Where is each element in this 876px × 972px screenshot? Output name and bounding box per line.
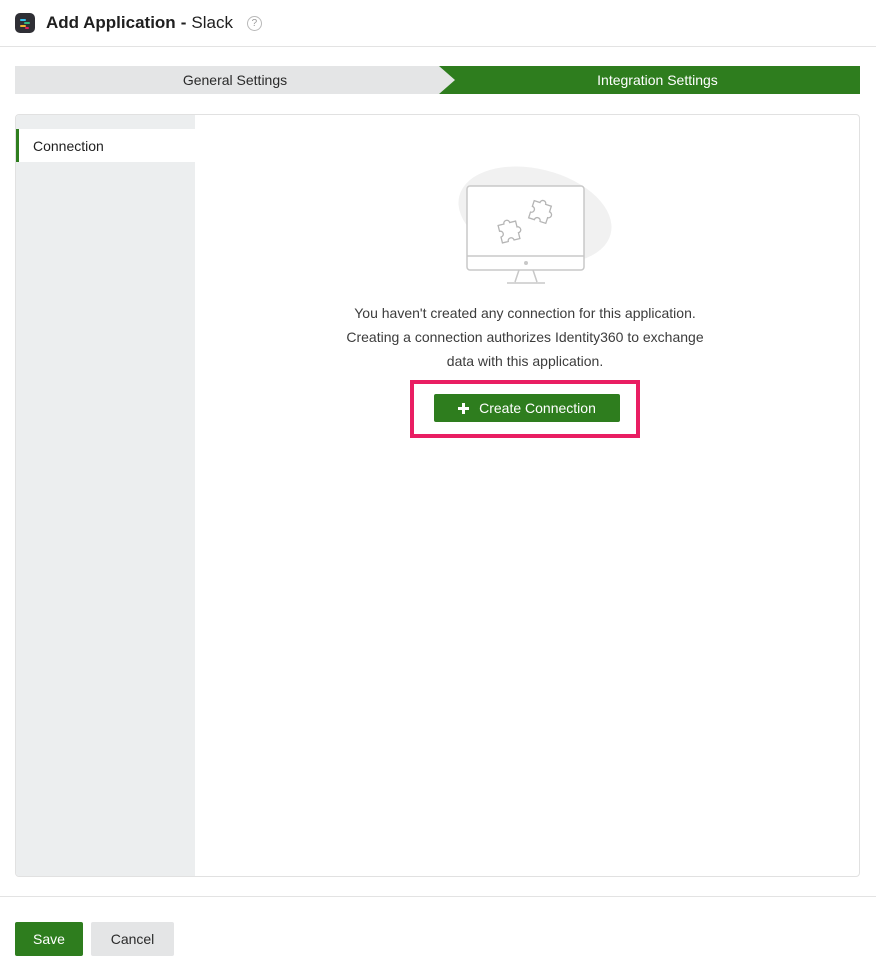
page-header: Add Application - Slack ? [0, 0, 876, 47]
wizard-steps: General Settings Integration Settings [15, 66, 860, 94]
page-title-prefix: Add Application [46, 13, 176, 32]
app-name: Slack [191, 13, 233, 32]
title-separator: - [180, 13, 187, 32]
page-title: Add Application - Slack [46, 13, 233, 33]
help-icon[interactable]: ? [246, 15, 262, 31]
empty-state-message: You haven't created any connection for t… [275, 301, 775, 373]
monitor-puzzle-icon [458, 166, 612, 284]
slack-logo-icon [15, 13, 35, 33]
message-line: Creating a connection authorizes Identit… [346, 329, 704, 345]
create-connection-label: Create Connection [479, 400, 596, 416]
step-general-settings[interactable]: General Settings [15, 66, 455, 94]
message-line: data with this application. [446, 353, 604, 369]
plus-icon [458, 402, 470, 414]
integration-panel: Connection You haven't created any conne… [15, 114, 860, 877]
sidebar: Connection [16, 115, 195, 876]
cancel-button[interactable]: Cancel [91, 922, 174, 956]
connection-content: You haven't created any connection for t… [195, 115, 859, 876]
message-line: You haven't created any connection for t… [354, 305, 696, 321]
step-integration-settings[interactable]: Integration Settings [439, 66, 860, 94]
sidebar-item-connection[interactable]: Connection [16, 129, 195, 162]
create-connection-button[interactable]: Create Connection [434, 394, 620, 422]
footer: Save Cancel [0, 896, 876, 972]
save-button[interactable]: Save [15, 922, 83, 956]
